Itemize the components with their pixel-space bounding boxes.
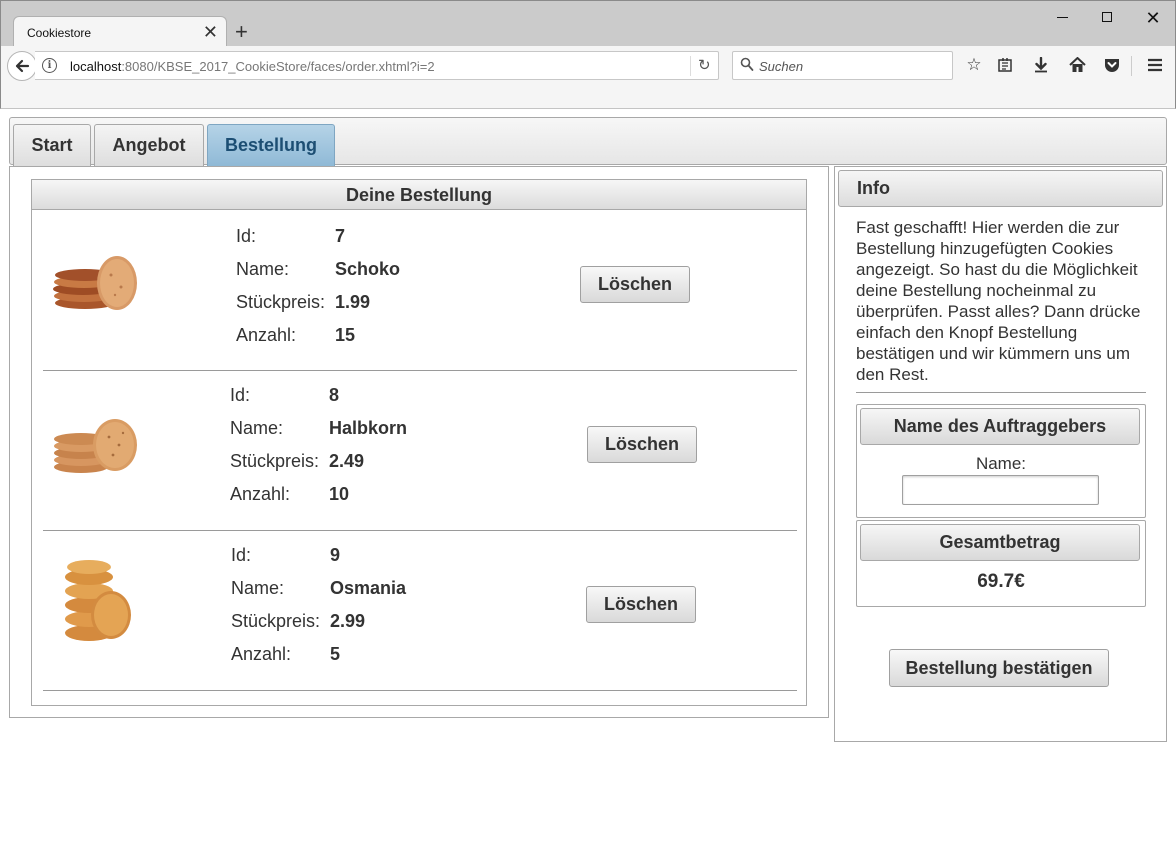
order-title: Deine Bestellung (32, 180, 806, 210)
delete-button[interactable]: Löschen (587, 426, 697, 463)
search-bar[interactable]: Suchen (732, 51, 953, 80)
window-close-icon[interactable]: ✕ (1138, 7, 1168, 29)
id-label: Id: (231, 545, 252, 565)
menu-start[interactable]: Start (13, 124, 91, 166)
main-menu: Start Angebot Bestellung (9, 117, 1167, 166)
total-header: Gesamtbetrag (860, 524, 1140, 561)
cookie-image-schoko (53, 256, 137, 310)
browser-tab[interactable]: Cookiestore ✕ (13, 16, 227, 48)
back-arrow-icon (15, 59, 30, 73)
id-value: 7 (335, 226, 346, 246)
urlbar-divider (690, 56, 691, 76)
name-label: Name: (230, 418, 284, 438)
cookie-image-halbkorn (54, 419, 137, 473)
id-value: 9 (330, 545, 341, 565)
customer-header: Name des Auftraggebers (860, 408, 1140, 445)
name-label: Name: (231, 578, 285, 598)
customer-box: Name des Auftraggebers Name: (856, 404, 1146, 518)
back-button[interactable] (7, 51, 37, 81)
hamburger-menu-icon[interactable] (1144, 54, 1166, 76)
count-label: Anzahl: (231, 644, 292, 664)
count-value: 10 (329, 484, 350, 504)
home-icon[interactable] (1066, 54, 1088, 76)
delete-button[interactable]: Löschen (580, 266, 690, 303)
browser-titlebar: Cookiestore ✕ + ✕ (0, 0, 1176, 48)
pocket-icon[interactable] (1101, 54, 1123, 76)
info-divider (856, 392, 1146, 393)
name-label: Name: (236, 259, 290, 279)
delete-button[interactable]: Löschen (586, 586, 696, 623)
bookmark-star-icon[interactable]: ☆ (963, 54, 985, 76)
count-label: Anzahl: (236, 325, 297, 345)
order-item: Id: 9 Name: Osmania Stückpreis: 2.99 Anz… (43, 531, 797, 691)
search-input[interactable]: Suchen (759, 59, 803, 74)
name-value: Halbkorn (329, 418, 408, 438)
url-bar[interactable]: i localhost:8080/KBSE_2017_CookieStore/f… (35, 51, 719, 80)
total-box: Gesamtbetrag 69.7€ (856, 520, 1146, 607)
count-value: 15 (335, 325, 356, 345)
browser-navbar: i localhost:8080/KBSE_2017_CookieStore/f… (0, 46, 1176, 109)
maximize-icon[interactable] (1092, 7, 1122, 29)
id-value: 8 (329, 385, 340, 405)
order-item: Id: 8 Name: Halbkorn Stückpreis: 2.49 An… (43, 371, 797, 531)
name-value: Schoko (335, 259, 401, 279)
info-panel: Info Fast geschafft! Hier werden die zur… (834, 166, 1167, 742)
price-label: Stückpreis: (236, 292, 326, 312)
price-value: 2.49 (329, 451, 365, 471)
info-text: Fast geschafft! Hier werden die zur Best… (856, 218, 1141, 384)
count-value: 5 (330, 644, 341, 664)
name-input[interactable] (902, 475, 1099, 505)
menu-bestellung[interactable]: Bestellung (207, 124, 335, 166)
order-list: Deine Bestellung Id: 7 Name: Schoko Stüc… (31, 179, 807, 706)
id-label: Id: (236, 226, 257, 246)
menu-angebot[interactable]: Angebot (94, 124, 204, 166)
name-field-label: Name: (975, 454, 1027, 473)
total-value: 69.7€ (977, 571, 1025, 592)
new-tab-icon[interactable]: + (235, 19, 248, 45)
close-tab-icon[interactable]: ✕ (203, 21, 218, 43)
name-value: Osmania (330, 578, 407, 598)
order-item: Id: 7 Name: Schoko Stückpreis: 1.99 Anza… (43, 211, 797, 371)
id-label: Id: (230, 385, 251, 405)
count-label: Anzahl: (230, 484, 291, 504)
reload-icon[interactable]: ↻ (698, 56, 711, 76)
price-value: 2.99 (330, 611, 366, 631)
price-value: 1.99 (335, 292, 371, 312)
minimize-icon[interactable] (1047, 7, 1077, 29)
toolbar-divider (1131, 56, 1132, 76)
tab-title: Cookiestore (27, 26, 92, 40)
confirm-order-button[interactable]: Bestellung bestätigen (889, 649, 1109, 687)
site-info-icon[interactable]: i (42, 58, 57, 73)
order-panel: Deine Bestellung Id: 7 Name: Schoko Stüc… (9, 166, 829, 718)
price-label: Stückpreis: (231, 611, 321, 631)
price-label: Stückpreis: (230, 451, 320, 471)
info-title: Info (838, 170, 1163, 207)
download-icon[interactable] (1030, 54, 1052, 76)
cookie-image-osmania (65, 560, 131, 641)
reading-list-icon[interactable] (994, 54, 1016, 76)
url-text[interactable]: localhost:8080/KBSE_2017_CookieStore/fac… (70, 59, 435, 74)
search-icon (740, 57, 754, 71)
